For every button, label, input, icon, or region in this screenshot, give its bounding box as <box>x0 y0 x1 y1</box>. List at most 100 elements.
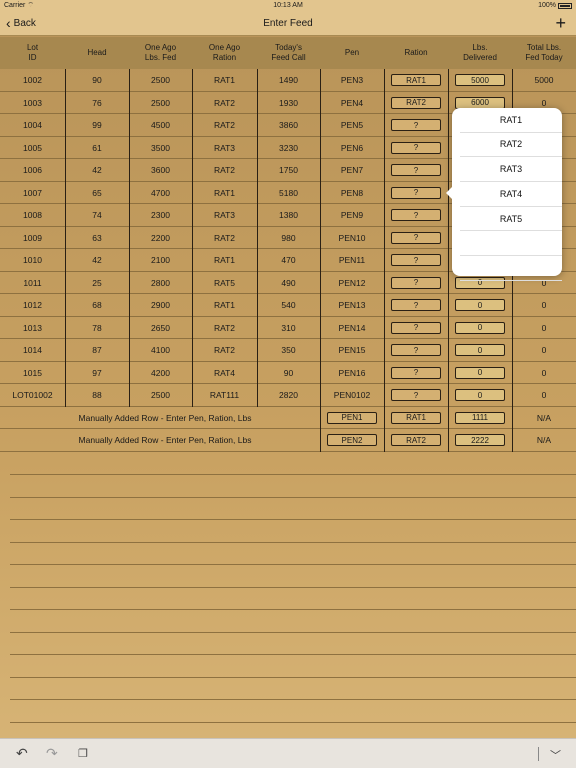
ration-option[interactable]: RAT5 <box>460 207 562 232</box>
add-button[interactable]: + <box>555 14 566 32</box>
ration-option[interactable]: RAT4 <box>460 182 562 207</box>
one-ago-lbs-cell: 4500 <box>129 114 192 136</box>
ration-button[interactable]: ? <box>391 186 441 199</box>
ration-button[interactable]: RAT1 <box>391 74 441 86</box>
empty-row-line <box>10 676 576 678</box>
ration-button[interactable]: RAT2 <box>391 96 441 109</box>
column-header-line: One Ago <box>208 43 241 52</box>
pen-cell: PEN14 <box>320 317 384 339</box>
lbs-delivered-input[interactable]: 1111 <box>455 411 505 424</box>
feed-call-value: 5180 <box>279 187 298 198</box>
pen-value: PEN7 <box>340 165 364 175</box>
one-ago-ration-value: RAT2 <box>213 97 236 108</box>
ration-button[interactable]: ? <box>391 209 441 221</box>
ration-button[interactable]: ? <box>391 366 441 379</box>
lbs-delivered-input[interactable]: 5000 <box>455 74 505 86</box>
ration-cell: RAT2 <box>384 92 448 114</box>
lbs-delivered-input[interactable]: 0 <box>455 366 505 379</box>
lbs-delivered-input[interactable]: 0 <box>455 344 505 356</box>
lbs-delivered-cell: 5000 <box>448 69 512 91</box>
column-divider <box>65 69 66 407</box>
lbs-delivered-input[interactable]: 6000 <box>455 96 505 109</box>
undo-icon[interactable]: ↶ <box>16 745 28 762</box>
one-ago-ration-cell: RAT5 <box>192 272 257 294</box>
table-header: Lot ID Head One Ago Lbs. Fed One Ago Ration Tod… <box>0 37 576 69</box>
ration-button[interactable]: ? <box>391 119 441 131</box>
ration-cell: ? <box>384 182 448 204</box>
ration-option[interactable]: RAT3 <box>460 157 562 182</box>
pen-cell: PEN15 <box>320 339 384 361</box>
ration-option[interactable]: RAT1 <box>460 108 562 133</box>
feed-call-cell: 350 <box>257 339 320 361</box>
one-ago-lbs-value: 2200 <box>151 232 170 243</box>
pen-value: PEN6 <box>340 142 364 153</box>
feed-call-value: 3230 <box>279 142 298 153</box>
head-cell: 78 <box>65 317 129 339</box>
clipboard-icon[interactable]: ❐ <box>78 747 88 760</box>
pen-cell: PEN11 <box>320 249 384 271</box>
one-ago-lbs-cell: 2200 <box>129 227 192 249</box>
ration-option[interactable]: RAT2 <box>460 133 562 158</box>
ration-button[interactable]: ? <box>391 231 441 244</box>
ration-cell: ? <box>384 249 448 271</box>
total-fed-cell: 0 <box>512 384 576 406</box>
lbs-delivered-input[interactable]: 0 <box>455 321 505 334</box>
ration-button[interactable]: ? <box>391 254 441 266</box>
ration-cell: ? <box>384 339 448 361</box>
feed-call-cell: 470 <box>257 249 320 271</box>
ration-option-empty[interactable] <box>460 232 562 256</box>
column-divider <box>448 69 449 452</box>
feed-call-value: 540 <box>281 300 296 310</box>
feed-call-value: 3860 <box>279 120 298 130</box>
feed-call-value: 980 <box>281 232 296 243</box>
ration-button[interactable]: ? <box>391 389 441 401</box>
lot-id-value: 1010 <box>23 255 42 265</box>
feed-call-value: 1750 <box>279 165 298 175</box>
lot-id-value: LOT01002 <box>12 390 53 400</box>
head-value: 61 <box>92 142 102 153</box>
lbs-delivered-cell: 1111 <box>448 407 512 429</box>
head-cell: 97 <box>65 362 129 384</box>
ration-cell: ? <box>384 272 448 294</box>
head-cell: 87 <box>65 339 129 361</box>
ration-button[interactable]: ? <box>391 276 441 289</box>
one-ago-ration-value: RAT5 <box>213 277 236 288</box>
ration-button[interactable]: ? <box>391 299 441 311</box>
pen-button[interactable]: PEN1 <box>327 411 377 424</box>
ration-button[interactable]: ? <box>391 344 441 356</box>
total-fed-cell: 0 <box>512 294 576 316</box>
ration-button[interactable]: RAT1 <box>391 411 441 424</box>
ration-button[interactable]: ? <box>391 164 441 176</box>
total-fed-cell: 0 <box>512 339 576 361</box>
column-header-line: Ration <box>404 48 428 57</box>
one-ago-lbs-value: 4500 <box>151 120 170 130</box>
head-value: 25 <box>92 277 102 288</box>
ration-picker-popover: RAT1 RAT2 RAT3 RAT4 RAT5 <box>446 108 562 281</box>
ration-button[interactable]: ? <box>391 141 441 154</box>
column-header-line: Lot <box>26 43 39 52</box>
column-header: Pen <box>320 37 384 69</box>
one-ago-ration-cell: RAT2 <box>192 227 257 249</box>
pen-cell: PEN9 <box>320 204 384 226</box>
feed-call-cell: 3860 <box>257 114 320 136</box>
pen-button[interactable]: PEN2 <box>327 434 377 446</box>
chevron-down-icon[interactable]: ﹀ <box>550 747 561 763</box>
lot-id-cell: 1003 <box>0 92 65 114</box>
redo-icon[interactable]: ↷ <box>46 745 58 762</box>
lbs-delivered-input[interactable]: 2222 <box>455 434 505 446</box>
lbs-delivered-input[interactable]: 0 <box>455 299 505 311</box>
ration-button[interactable]: RAT2 <box>391 434 441 446</box>
head-cell: 68 <box>65 294 129 316</box>
pen-cell: PEN0102 <box>320 384 384 406</box>
lbs-delivered-input[interactable]: 0 <box>455 389 505 401</box>
ration-button[interactable]: ? <box>391 321 441 334</box>
total-fed-cell: 5000 <box>512 69 576 91</box>
pen-cell: PEN8 <box>320 182 384 204</box>
feed-call-cell: 3230 <box>257 137 320 159</box>
ration-option-empty[interactable] <box>460 256 562 281</box>
lot-id-value: 1007 <box>23 187 42 198</box>
ration-cell: RAT2 <box>384 429 448 451</box>
lbs-delivered-cell: 0 <box>448 317 512 339</box>
one-ago-lbs-cell: 2300 <box>129 204 192 226</box>
ration-cell: ? <box>384 114 448 136</box>
